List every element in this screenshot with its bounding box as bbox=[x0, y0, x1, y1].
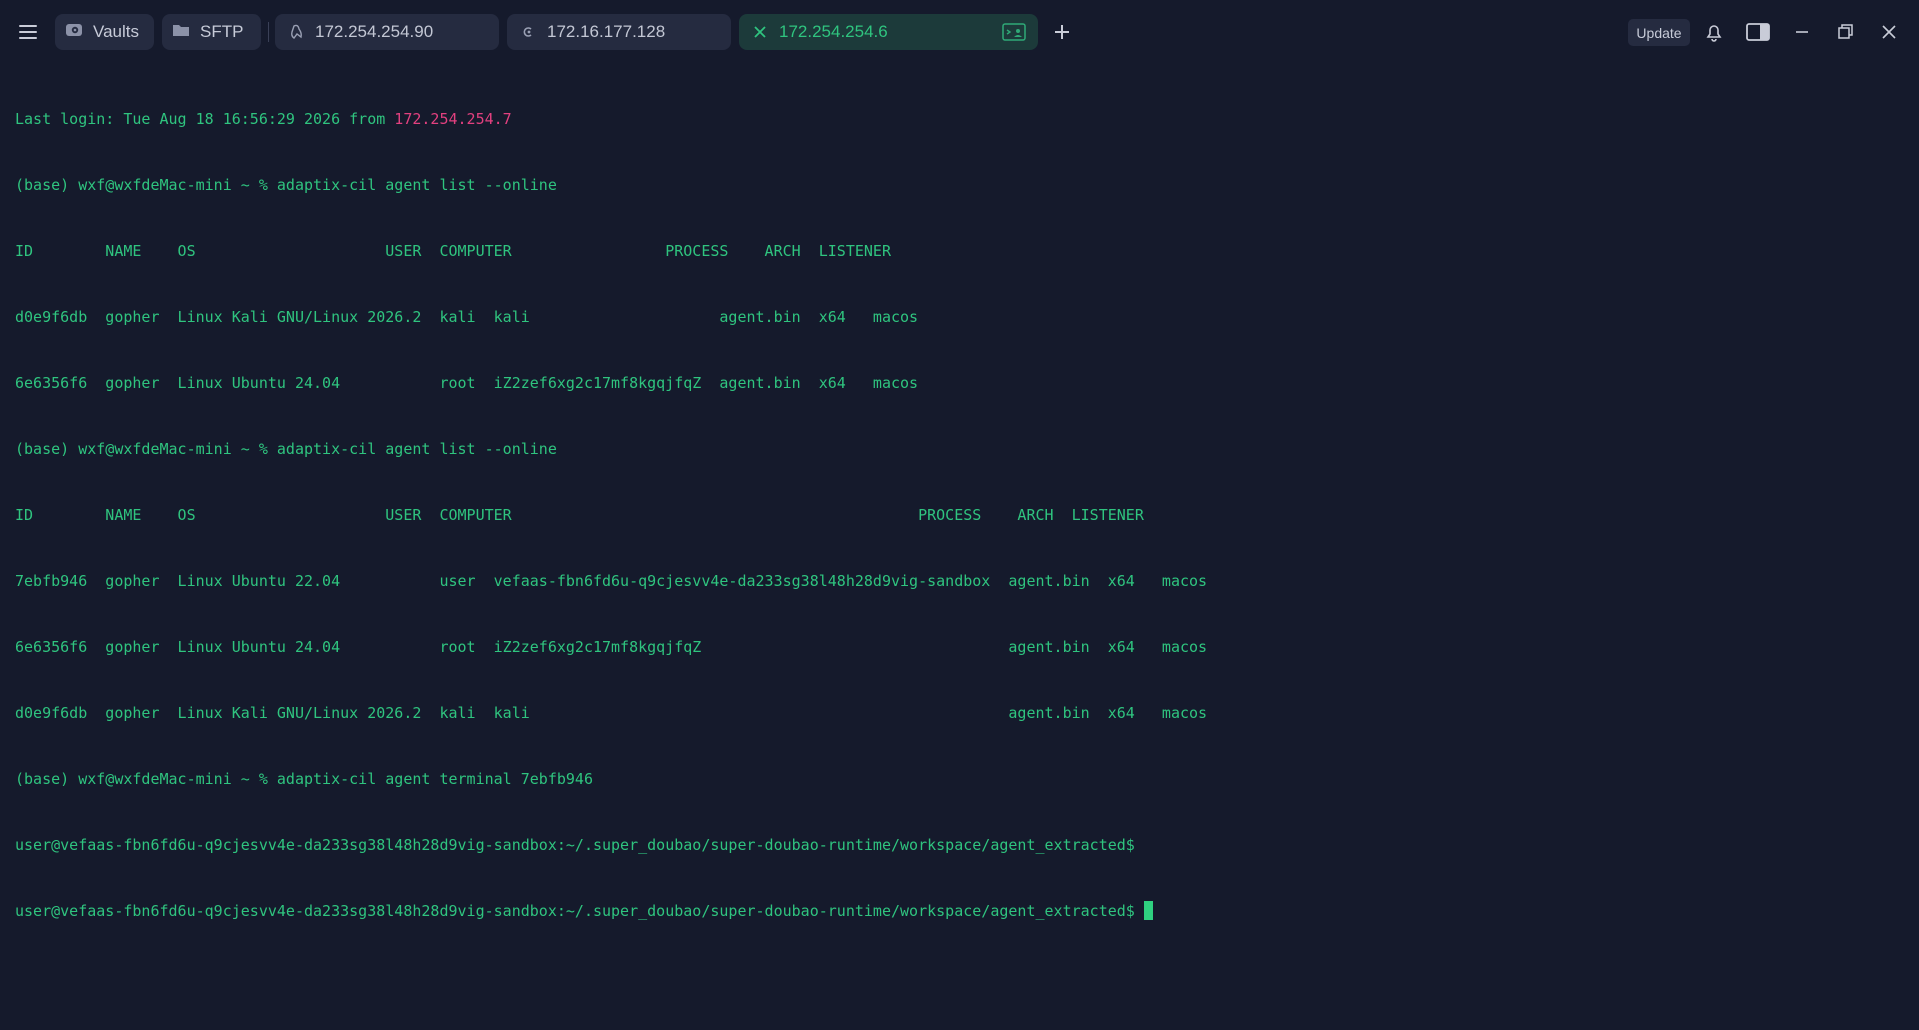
tab-host-2[interactable]: 172.16.177.128 bbox=[507, 14, 731, 50]
tab-host-1-label: 172.254.254.90 bbox=[315, 22, 434, 41]
title-bar: Vaults SFTP 172.254.254.90 172.16.177.12… bbox=[0, 0, 1919, 64]
terminal-line: ID NAME OS USER COMPUTER PROCESS ARCH LI… bbox=[15, 242, 891, 260]
bell-icon[interactable] bbox=[1702, 20, 1726, 44]
tab-host-3-label: 172.254.254.6 bbox=[779, 22, 888, 41]
minimize-icon[interactable] bbox=[1790, 20, 1814, 44]
folder-icon bbox=[172, 22, 190, 43]
new-tab-plus-icon[interactable] bbox=[1050, 20, 1074, 44]
tab-divider bbox=[268, 22, 269, 42]
vaults-button[interactable]: Vaults bbox=[55, 14, 154, 50]
terminal-line: d0e9f6db gopher Linux Kali GNU/Linux 202… bbox=[15, 308, 919, 326]
terminal-line: 6e6356f6 gopher Linux Ubuntu 24.04 root … bbox=[15, 638, 1208, 656]
update-button[interactable]: Update bbox=[1628, 19, 1690, 46]
terminal-line: 7ebfb946 gopher Linux Ubuntu 22.04 user … bbox=[15, 572, 1208, 590]
terminal-line: (base) wxf@wxfdeMac-mini ~ % adaptix-cil… bbox=[15, 770, 593, 788]
linux-logo-icon bbox=[289, 24, 303, 40]
vault-icon bbox=[65, 22, 83, 43]
tab-host-3-active[interactable]: 172.254.254.6 bbox=[739, 14, 1038, 50]
login-ip: 172.254.254.7 bbox=[394, 110, 512, 128]
terminal-line-login: Last login: Tue Aug 18 16:56:29 2026 fro… bbox=[15, 110, 512, 128]
debian-logo-icon bbox=[521, 24, 535, 40]
terminal-cursor bbox=[1143, 901, 1153, 920]
sidebar-toggle-icon[interactable] bbox=[1745, 20, 1770, 44]
terminal-line: d0e9f6db gopher Linux Kali GNU/Linux 202… bbox=[15, 704, 1208, 722]
terminal-output[interactable]: Last login: Tue Aug 18 16:56:29 2026 fro… bbox=[15, 64, 1905, 944]
terminal-prompt-line[interactable]: user@vefaas-fbn6fd6u-q9cjesvv4e-da233sg3… bbox=[15, 900, 1905, 922]
tab-host-2-label: 172.16.177.128 bbox=[547, 22, 666, 41]
terminal-profile-icon[interactable] bbox=[1002, 22, 1026, 47]
tab-host-1[interactable]: 172.254.254.90 bbox=[275, 14, 499, 50]
hamburger-menu-icon[interactable] bbox=[17, 20, 41, 44]
sftp-button[interactable]: SFTP bbox=[162, 14, 261, 50]
terminal-line: (base) wxf@wxfdeMac-mini ~ % adaptix-cil… bbox=[15, 176, 557, 194]
close-icon[interactable] bbox=[753, 25, 767, 39]
window-close-icon[interactable] bbox=[1877, 20, 1901, 44]
vaults-label: Vaults bbox=[93, 22, 139, 41]
terminal-line: user@vefaas-fbn6fd6u-q9cjesvv4e-da233sg3… bbox=[15, 836, 1135, 854]
terminal-line: (base) wxf@wxfdeMac-mini ~ % adaptix-cil… bbox=[15, 440, 557, 458]
sftp-label: SFTP bbox=[200, 22, 244, 41]
terminal-line: ID NAME OS USER COMPUTER PROCESS ARCH LI… bbox=[15, 506, 1144, 524]
restore-icon[interactable] bbox=[1833, 20, 1857, 44]
terminal-line: 6e6356f6 gopher Linux Ubuntu 24.04 root … bbox=[15, 374, 919, 392]
